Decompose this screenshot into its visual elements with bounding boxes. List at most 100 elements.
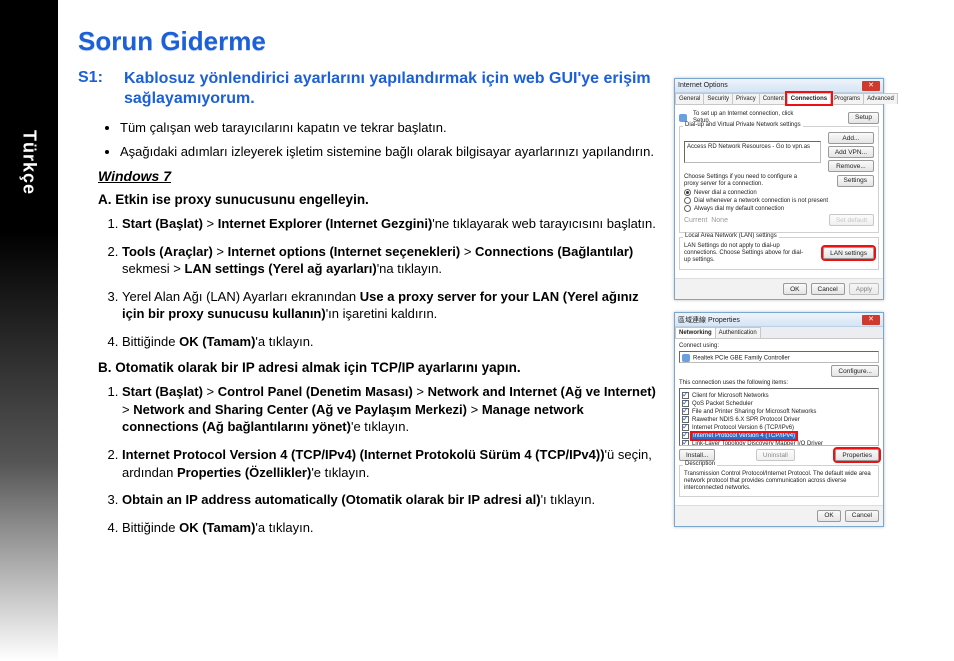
checkbox-icon[interactable] <box>682 440 689 446</box>
list-item-label: Internet Protocol Version 4 (TCP/IPv4) <box>692 433 796 439</box>
panel-legend: Description <box>683 461 717 467</box>
radio-dial-when-absent[interactable]: Dial whenever a network connection is no… <box>684 197 874 204</box>
dialog-body: Connect using: Realtek PCIe GBE Family C… <box>675 339 883 505</box>
dialog-actions: OK Cancel Apply <box>675 278 883 299</box>
radio-label: Dial whenever a network connection is no… <box>694 198 828 204</box>
close-icon[interactable]: ✕ <box>862 81 880 91</box>
text: 'na tıklayın. <box>377 261 442 276</box>
radio-label: Always dial my default connection <box>694 206 784 212</box>
list-item[interactable]: Link-Layer Topology Discovery Mapper I/O… <box>682 440 876 446</box>
text: 'ın işaretini kaldırın. <box>326 306 438 321</box>
bold-text: Start (Başlat) <box>122 384 203 399</box>
text: 'ı tıklayın. <box>541 492 596 507</box>
dialog-actions: OK Cancel <box>675 505 883 526</box>
adapter-name: Realtek PCIe GBE Family Controller <box>693 356 790 362</box>
section-a-steps: Start (Başlat) > Internet Explorer (Inte… <box>78 215 658 350</box>
text: Yerel Alan Ağı (LAN) Ayarları ekranından <box>122 289 360 304</box>
list-item: Obtain an IP address automatically (Otom… <box>122 491 658 509</box>
bold-text: Control Panel (Denetim Masası) <box>218 384 413 399</box>
list-item-label: Client for Microsoft Networks <box>692 393 769 399</box>
bold-text: Network and Sharing Center (Ağ ve Paylaş… <box>133 402 467 417</box>
nic-icon <box>682 354 690 362</box>
close-icon[interactable]: ✕ <box>862 315 880 325</box>
list-item[interactable]: QoS Packet Scheduler <box>682 400 876 407</box>
bold-text: LAN settings (Yerel ağ ayarları) <box>185 261 377 276</box>
ok-button[interactable]: OK <box>783 283 806 295</box>
list-item: Yerel Alan Ağı (LAN) Ayarları ekranından… <box>122 288 658 323</box>
radio-never-dial[interactable]: Never dial a connection <box>684 189 874 196</box>
list-item: Start (Başlat) > Control Panel (Denetim … <box>122 383 658 436</box>
apply-button: Apply <box>849 283 879 295</box>
list-item[interactable]: Rawether NDIS 6.X SPR Protocol Driver <box>682 416 876 423</box>
cancel-button[interactable]: Cancel <box>845 510 879 522</box>
radio-label: Never dial a connection <box>694 190 757 196</box>
text: > <box>122 402 133 417</box>
text: > <box>213 244 228 259</box>
connections-listbox[interactable]: Access RD Network Resources - Go to vpn.… <box>684 141 821 163</box>
tab-programs[interactable]: Programs <box>830 93 864 104</box>
lan-hint-text: LAN Settings do not apply to dial-up con… <box>684 243 809 263</box>
tab-privacy[interactable]: Privacy <box>732 93 760 104</box>
list-item[interactable]: Internet Protocol Version 6 (TCP/IPv6) <box>682 424 876 431</box>
settings-button[interactable]: Settings <box>837 175 875 187</box>
radio-always-dial[interactable]: Always dial my default connection <box>684 205 874 212</box>
list-item: Internet Protocol Version 4 (TCP/IPv4) (… <box>122 446 658 481</box>
text: > <box>467 402 482 417</box>
tab-connections[interactable]: Connections <box>787 93 831 104</box>
bold-text: Start (Başlat) <box>122 216 203 231</box>
tab-authentication[interactable]: Authentication <box>715 327 761 338</box>
window-title: 區域連線 Properties <box>678 315 862 325</box>
section-b-title: B. Otomatik olarak bir IP adresi almak i… <box>98 360 658 375</box>
remove-button[interactable]: Remove... <box>828 160 874 172</box>
tab-networking[interactable]: Networking <box>675 327 716 338</box>
list-item[interactable]: Internet Protocol Version 4 (TCP/IPv4) <box>682 432 876 439</box>
add-vpn-button[interactable]: Add VPN... <box>828 146 874 158</box>
list-item[interactable]: Access RD Network Resources - Go to vpn.… <box>687 144 818 150</box>
section-b-steps: Start (Başlat) > Control Panel (Denetim … <box>78 383 658 536</box>
nic-properties-dialog: 區域連線 Properties ✕ Networking Authenticat… <box>674 312 884 527</box>
properties-button[interactable]: Properties <box>835 449 879 461</box>
bold-text: Obtain an IP address automatically (Otom… <box>122 492 541 507</box>
ok-button[interactable]: OK <box>817 510 840 522</box>
set-default-button: Set default <box>829 214 874 226</box>
install-button[interactable]: Install... <box>679 449 715 461</box>
list-item: Bittiğinde OK (Tamam)'a tıklayın. <box>122 333 658 351</box>
tab-security[interactable]: Security <box>703 93 733 104</box>
globe-icon <box>679 114 687 122</box>
uninstall-button: Uninstall <box>756 449 795 461</box>
list-item[interactable]: Client for Microsoft Networks <box>682 392 876 399</box>
bold-text: Properties (Özellikler) <box>177 465 311 480</box>
list-item-label: Rawether NDIS 6.X SPR Protocol Driver <box>692 417 800 423</box>
bold-text: OK (Tamam) <box>179 520 255 535</box>
items-listbox[interactable]: Client for Microsoft NetworksQoS Packet … <box>679 388 879 446</box>
bold-text: Internet Explorer (Internet Gezgini) <box>218 216 433 231</box>
text: > <box>203 384 218 399</box>
lan-settings-button[interactable]: LAN settings <box>823 247 874 259</box>
setup-button[interactable]: Setup <box>848 112 879 124</box>
items-label: This connection uses the following items… <box>679 380 879 386</box>
configure-button[interactable]: Configure... <box>831 365 879 377</box>
s1-text: Kablosuz yönlendirici ayarlarını yapılan… <box>124 69 658 109</box>
cancel-button[interactable]: Cancel <box>811 283 845 295</box>
text: > <box>203 216 218 231</box>
text: 'a tıklayın. <box>255 334 313 349</box>
list-item-label: File and Printer Sharing for Microsoft N… <box>692 409 816 415</box>
text: 'e tıklayın. <box>311 465 369 480</box>
text: > <box>413 384 428 399</box>
lan-panel: Local Area Network (LAN) settings LAN Se… <box>679 237 879 270</box>
tab-content[interactable]: Content <box>759 93 788 104</box>
list-item[interactable]: File and Printer Sharing for Microsoft N… <box>682 408 876 415</box>
language-label: Türkçe <box>19 130 40 195</box>
section-a-title: A. Etkin ise proxy sunucusunu engelleyin… <box>98 192 658 207</box>
text: sekmesi > <box>122 261 185 276</box>
tab-general[interactable]: General <box>675 93 704 104</box>
bold-text: OK (Tamam) <box>179 334 255 349</box>
dialog-body: To set up an Internet connection, click … <box>675 105 883 278</box>
list-item: Tüm çalışan web tarayıcılarını kapatın v… <box>120 119 658 137</box>
bold-text: Connections (Bağlantılar) <box>475 244 633 259</box>
description-panel: Description Transmission Control Protoco… <box>679 465 879 497</box>
current-value: None <box>711 217 728 224</box>
add-button[interactable]: Add... <box>828 132 874 144</box>
titlebar: 區域連線 Properties ✕ <box>675 313 883 327</box>
tab-advanced[interactable]: Advanced <box>863 93 898 104</box>
